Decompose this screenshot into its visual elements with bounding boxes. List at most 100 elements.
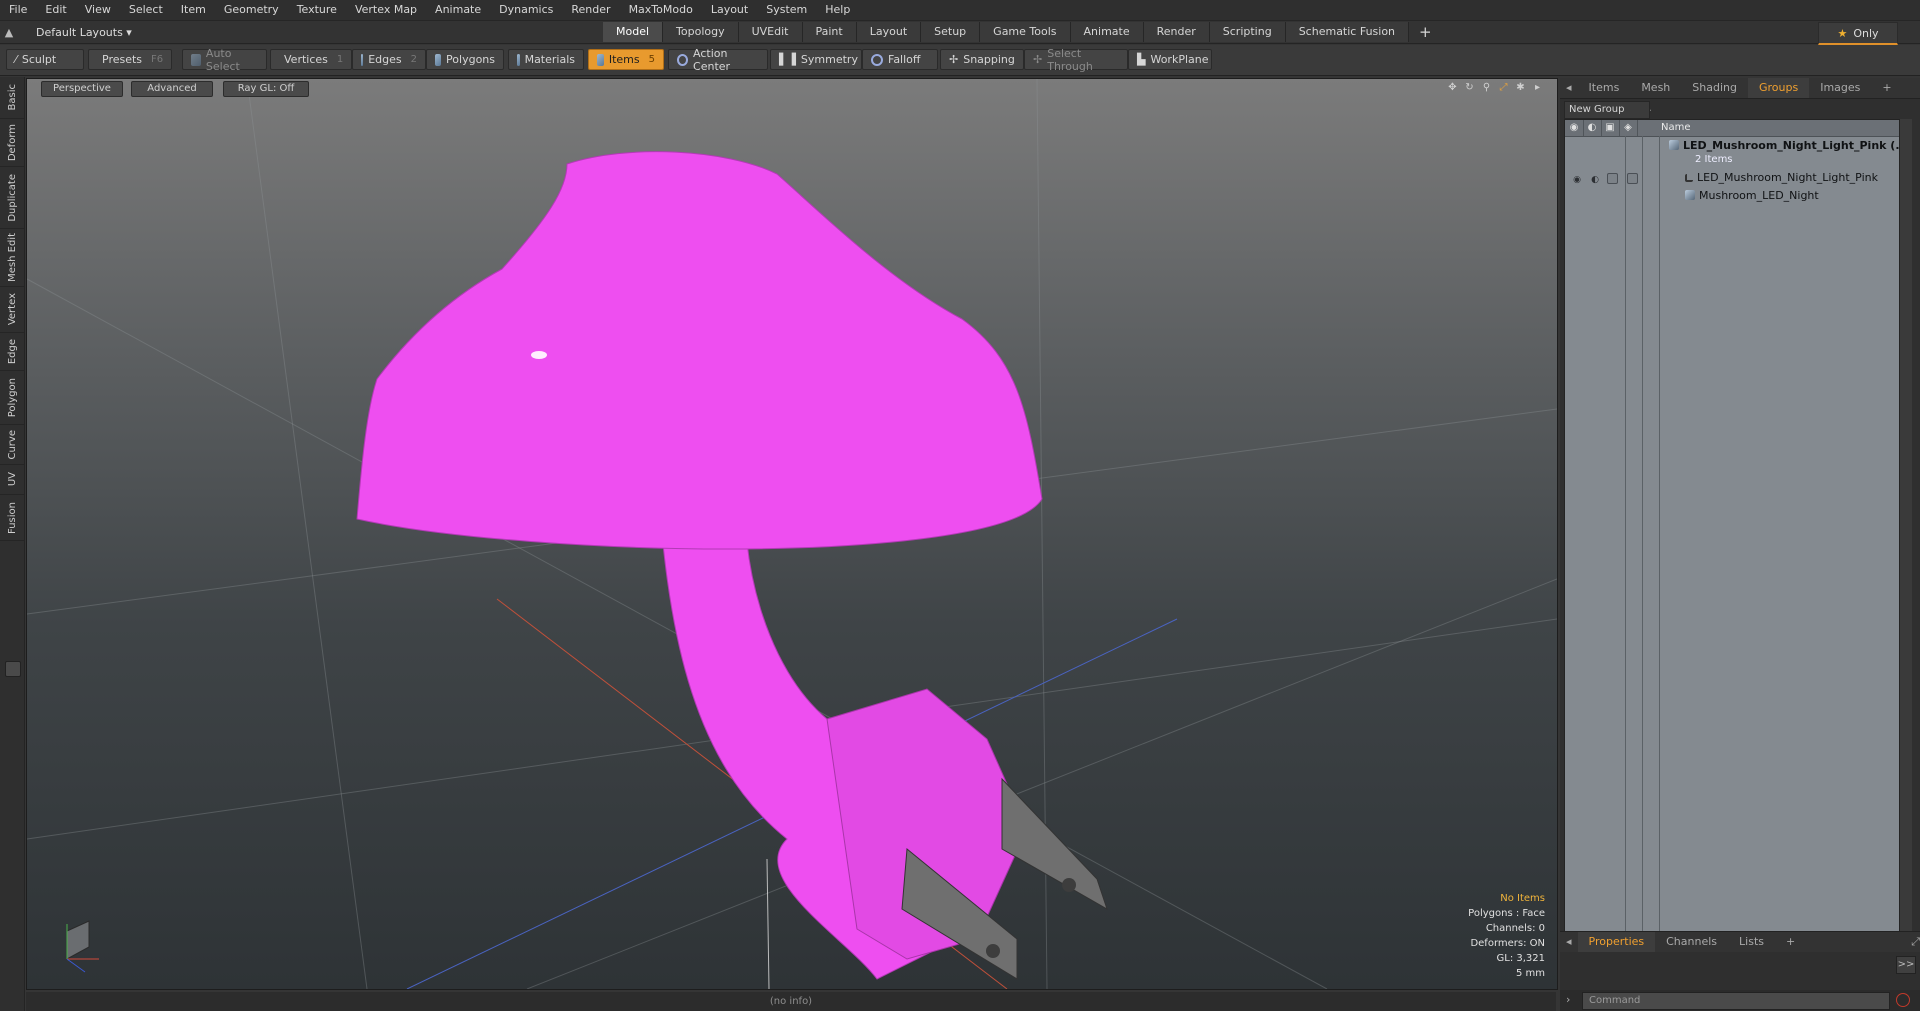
expand-panel-icon[interactable]: ⤢ xyxy=(1911,78,1920,98)
vtab-uv[interactable]: UV xyxy=(0,465,24,495)
advanced-dropdown[interactable]: Advanced xyxy=(131,81,213,97)
vtab-deform[interactable]: Deform xyxy=(0,119,24,167)
raygl-toggle[interactable]: Ray GL: Off xyxy=(223,81,309,97)
tab-paint[interactable]: Paint xyxy=(802,22,857,42)
select-through-button[interactable]: ✢ Select Through xyxy=(1024,47,1128,73)
menu-view[interactable]: View xyxy=(76,0,120,20)
tab-uvedit[interactable]: UVEdit xyxy=(738,22,803,42)
tab-properties[interactable]: Properties xyxy=(1577,932,1656,952)
auto-select-button[interactable]: Auto Select xyxy=(182,47,267,73)
symmetry-button[interactable]: ▌▐ Symmetry xyxy=(770,49,862,70)
gear-icon[interactable]: ✱ xyxy=(1515,82,1526,93)
menu-render[interactable]: Render xyxy=(562,0,619,20)
edges-label: Edges xyxy=(368,53,402,66)
render-toggle-icon[interactable]: ◐ xyxy=(1589,172,1601,185)
record-icon[interactable] xyxy=(1896,993,1910,1007)
only-button[interactable]: ★ Only xyxy=(1818,22,1898,45)
tab-mesh[interactable]: Mesh ... xyxy=(1630,78,1681,114)
menu-animate[interactable]: Animate xyxy=(426,0,490,20)
list-item-mesh[interactable]: Mushroom_LED_Night xyxy=(1565,188,1899,204)
viewport-header: Perspective Advanced Ray GL: Off xyxy=(27,79,1557,97)
command-input[interactable]: Command xyxy=(1582,992,1890,1010)
menu-system[interactable]: System xyxy=(757,0,816,20)
menu-layout[interactable]: Layout xyxy=(702,0,757,20)
props-collapse-arrow-icon[interactable]: ◂ xyxy=(1560,932,1578,952)
tab-model[interactable]: Model xyxy=(603,22,664,42)
tab-setup[interactable]: Setup xyxy=(921,22,981,42)
fit-view-icon[interactable]: ⤢ xyxy=(1498,82,1509,93)
tab-layout[interactable]: Layout xyxy=(856,22,922,42)
tab-topology[interactable]: Topology xyxy=(663,22,739,42)
expand-props-icon[interactable]: ⤢ xyxy=(1900,932,1920,952)
move-view-icon[interactable]: ✥ xyxy=(1447,82,1458,93)
lock-col-icon[interactable]: ▣ xyxy=(1601,120,1620,136)
add-props-tab-plus-icon[interactable]: + xyxy=(1775,932,1806,952)
tab-render[interactable]: Render xyxy=(1143,22,1210,42)
tab-scripting[interactable]: Scripting xyxy=(1209,22,1286,42)
vtab-curve[interactable]: Curve xyxy=(0,425,24,465)
new-group-button[interactable]: New Group xyxy=(1564,101,1650,119)
menu-maxtomodo[interactable]: MaxToModo xyxy=(620,0,702,20)
materials-button[interactable]: Materials xyxy=(508,49,584,70)
lock-checkbox[interactable] xyxy=(1607,173,1618,184)
menu-file[interactable]: File xyxy=(0,0,36,20)
select-col-icon[interactable]: ◈ xyxy=(1619,120,1638,136)
tab-schematic-fusion[interactable]: Schematic Fusion xyxy=(1285,22,1410,42)
rotate-view-icon[interactable]: ↻ xyxy=(1464,82,1475,93)
edges-button[interactable]: Edges 2 xyxy=(352,49,426,70)
zoom-view-icon[interactable]: ⚲ xyxy=(1481,82,1492,93)
tab-lists[interactable]: Lists xyxy=(1728,932,1775,952)
tab-images[interactable]: Images xyxy=(1809,78,1871,98)
select-checkbox[interactable] xyxy=(1627,173,1638,184)
collapse-arrow-icon[interactable]: ▲ xyxy=(0,26,18,39)
add-panel-tab-plus-icon[interactable]: + xyxy=(1871,78,1902,98)
vtab-vertex[interactable]: Vertex xyxy=(0,287,24,333)
menu-texture[interactable]: Texture xyxy=(288,0,346,20)
menu-geometry[interactable]: Geometry xyxy=(215,0,288,20)
tab-shading[interactable]: Shading xyxy=(1681,78,1748,98)
sculpt-button[interactable]: ⁄ Sculpt xyxy=(6,49,84,70)
menu-dynamics[interactable]: Dynamics xyxy=(490,0,562,20)
perspective-dropdown[interactable]: Perspective xyxy=(41,81,123,97)
vtab-edge[interactable]: Edge xyxy=(0,333,24,371)
tab-game-tools[interactable]: Game Tools xyxy=(980,22,1071,42)
mushroom-cap xyxy=(356,151,1043,550)
tab-groups[interactable]: Groups xyxy=(1747,78,1810,98)
vtab-basic[interactable]: Basic xyxy=(0,77,24,119)
vtab-duplicate[interactable]: Duplicate xyxy=(0,167,24,229)
falloff-button[interactable]: Falloff xyxy=(862,49,938,70)
add-tab-plus-icon[interactable]: + xyxy=(1409,22,1442,42)
items-button[interactable]: Items 5 xyxy=(588,49,664,70)
3d-viewport[interactable]: Perspective Advanced Ray GL: Off ✥ ↻ ⚲ ⤢… xyxy=(26,78,1558,990)
vtab-fusion[interactable]: Fusion xyxy=(0,495,24,541)
name-column-header[interactable]: Name xyxy=(1661,120,1691,136)
items-label: Items xyxy=(608,53,640,66)
visibility-eye-icon[interactable]: ◉ xyxy=(1571,172,1583,185)
list-item-locator[interactable]: ◉ ◐ LED_Mushroom_Night_Light_Pink xyxy=(1565,170,1899,186)
vtab-mesh-edit[interactable]: Mesh Edit xyxy=(0,229,24,287)
groups-scrollbar[interactable] xyxy=(1900,119,1912,999)
panel-collapse-arrow-icon[interactable]: ◂ xyxy=(1560,78,1578,98)
menu-select[interactable]: Select xyxy=(120,0,172,20)
snapping-button[interactable]: ✢ Snapping xyxy=(940,49,1024,70)
render-col-icon[interactable]: ◐ xyxy=(1583,120,1602,136)
tab-animate[interactable]: Animate xyxy=(1070,22,1144,42)
presets-button[interactable]: Presets F6 xyxy=(88,49,172,70)
workplane-button[interactable]: ▙ WorkPlane xyxy=(1128,49,1212,70)
left-panel-toggle-button[interactable] xyxy=(5,661,21,677)
viewport-menu-arrow-icon[interactable]: ▸ xyxy=(1532,82,1543,93)
visibility-col-eye-icon[interactable]: ◉ xyxy=(1565,120,1584,136)
menu-vertex-map[interactable]: Vertex Map xyxy=(346,0,426,20)
polygons-button[interactable]: Polygons xyxy=(426,49,504,70)
menu-edit[interactable]: Edit xyxy=(36,0,75,20)
tab-items[interactable]: Items xyxy=(1578,78,1631,98)
menu-help[interactable]: Help xyxy=(816,0,859,20)
scale-info: 5 mm xyxy=(1515,968,1545,979)
tab-channels[interactable]: Channels xyxy=(1655,932,1728,952)
vtab-polygon[interactable]: Polygon xyxy=(0,371,24,425)
menu-item[interactable]: Item xyxy=(172,0,215,20)
expand-properties-button[interactable]: >> xyxy=(1896,956,1916,974)
vertices-button[interactable]: Vertices 1 xyxy=(270,49,352,70)
action-center-button[interactable]: Action Center xyxy=(668,47,768,73)
layout-selector[interactable]: ▲ Default Layouts ▾ xyxy=(0,21,132,43)
